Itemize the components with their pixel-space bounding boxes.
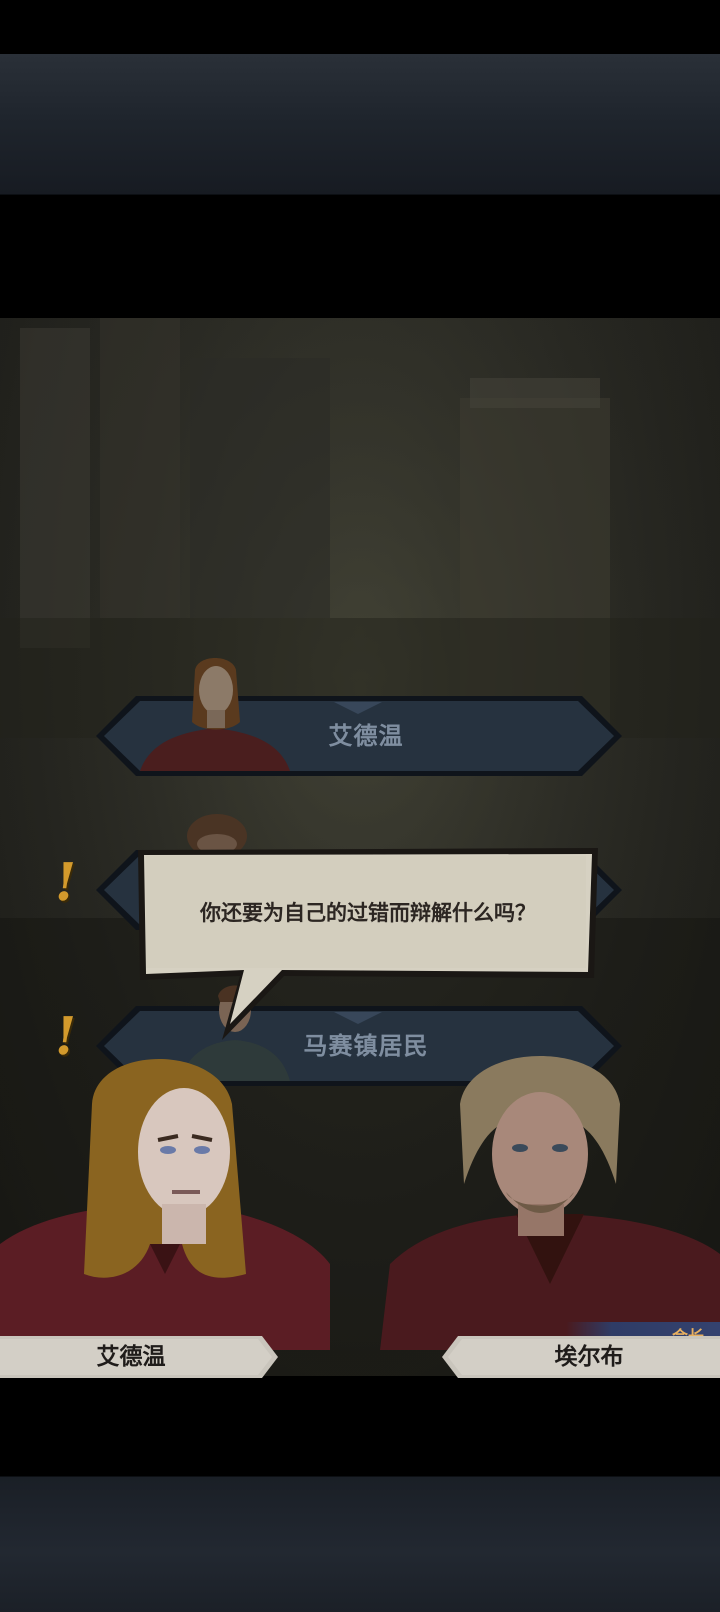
character-elb bbox=[380, 1044, 720, 1350]
dialogue-option-1[interactable]: 艾德温 bbox=[96, 658, 622, 780]
character-edwin bbox=[0, 1044, 330, 1350]
speaker-nameplate-right: 埃尔布 bbox=[442, 1336, 720, 1378]
speaker-name: 艾德温 bbox=[96, 1344, 166, 1370]
speaker-nameplate-left: 艾德温 bbox=[0, 1336, 278, 1378]
option-portrait-villager bbox=[182, 810, 252, 850]
speech-bubble: 你还要为自己的过错而辩解什么吗？ bbox=[136, 846, 600, 1040]
bottom-frame-bar bbox=[0, 1476, 720, 1612]
game-screen: 艾德温 马赛镇居民 ! ! 你还要为自己的过错而辩解什么吗？ 艾德温 埃尔布 bbox=[0, 0, 720, 1612]
top-frame-bar bbox=[0, 54, 720, 195]
speaker-name: 埃尔布 bbox=[554, 1344, 624, 1370]
option-label: 艾德温 bbox=[328, 722, 404, 750]
speech-text: 你还要为自己的过错而辩解什么吗？ bbox=[200, 901, 536, 925]
